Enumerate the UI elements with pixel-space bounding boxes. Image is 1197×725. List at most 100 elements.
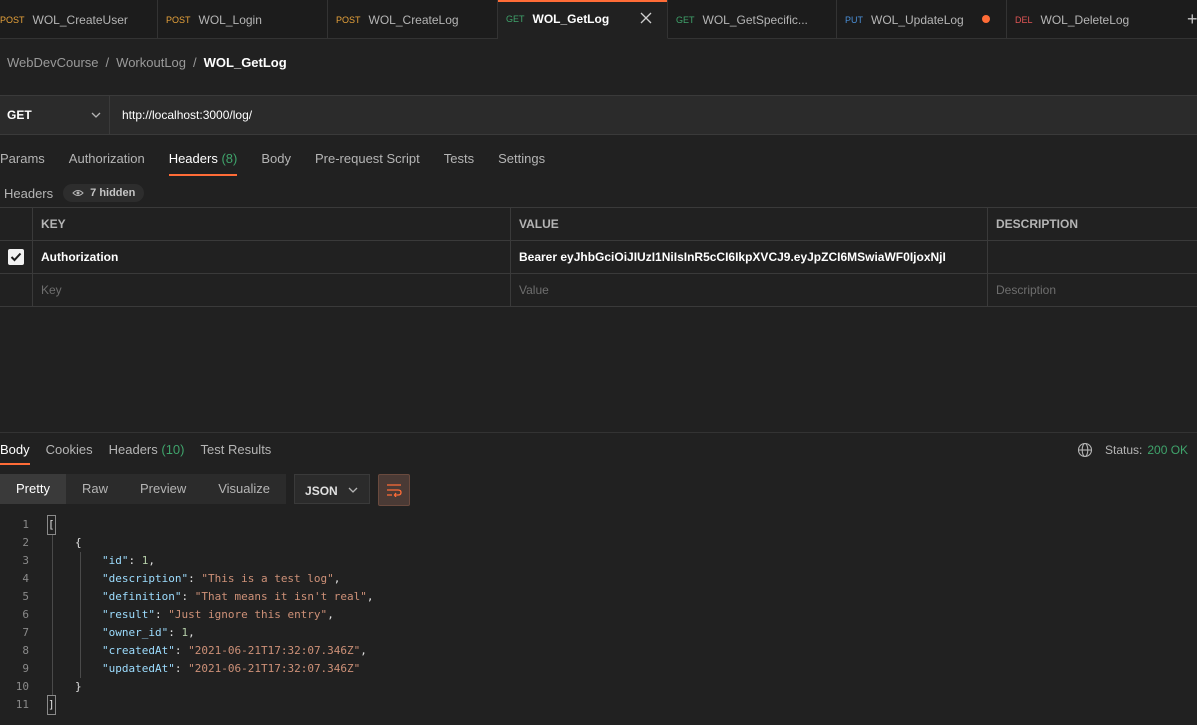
view-visualize-button[interactable]: Visualize — [202, 474, 286, 504]
format-select[interactable]: JSON — [294, 474, 371, 504]
hidden-count: 7 hidden — [90, 187, 136, 199]
tab-authorization[interactable]: Authorization — [69, 150, 145, 176]
json-key: "owner_id" — [102, 626, 169, 639]
url-input[interactable]: http://localhost:3000/log/ — [122, 108, 252, 122]
headers-table: KEY VALUE DESCRIPTION Authorization Bear… — [0, 207, 1197, 307]
tab-response-headers[interactable]: Headers (10) — [109, 441, 185, 465]
code-text: "updatedAt": "2021-06-21T17:32:07.346Z" — [102, 662, 361, 675]
json-key: "result" — [102, 608, 155, 621]
new-value-input[interactable]: Value — [511, 274, 988, 306]
hidden-headers-toggle[interactable]: 7 hidden — [63, 184, 145, 202]
tab-label: WOL_GetSpecific... — [702, 12, 808, 27]
json-key: "createdAt" — [102, 644, 175, 657]
tab-settings[interactable]: Settings — [498, 150, 545, 176]
tab-wol-createuser[interactable]: POST WOL_CreateUser — [0, 0, 158, 39]
new-tab-plus-icon[interactable]: + — [1187, 10, 1197, 28]
tab-label: Headers — [168, 151, 218, 166]
code-text: ] — [47, 695, 56, 715]
tab-pre-request-script[interactable]: Pre-request Script — [315, 150, 420, 176]
method-label: PUT — [845, 14, 863, 25]
code-line: 2{ — [0, 534, 1197, 552]
breadcrumb-item[interactable]: WorkoutLog — [116, 55, 186, 70]
tab-label: Settings — [498, 151, 546, 166]
json-value: "Just ignore this entry" — [168, 608, 328, 621]
column-header-key: KEY — [33, 208, 511, 240]
status-badge[interactable]: 200 OK — [1147, 443, 1188, 457]
tab-label: WOL_UpdateLog — [871, 12, 964, 27]
method-label: POST — [336, 14, 361, 25]
code-text: "result": "Just ignore this entry", — [102, 608, 334, 621]
row-enabled-cell — [0, 241, 33, 273]
line-number: 10 — [15, 680, 29, 693]
column-header-description: DESCRIPTION — [996, 217, 1079, 231]
tab-tests[interactable]: Tests — [444, 150, 474, 176]
tab-label: Authorization — [68, 151, 145, 166]
request-options-tabs: Params Authorization Headers (8) Body Pr… — [0, 150, 569, 176]
header-key-input[interactable]: Authorization — [33, 241, 511, 273]
tab-wol-login[interactable]: POST WOL_Login — [158, 0, 328, 39]
tab-label: Headers — [108, 442, 158, 457]
header-description-input[interactable] — [988, 241, 1197, 273]
globe-icon[interactable] — [1077, 442, 1093, 458]
tab-response-body[interactable]: Body — [0, 441, 30, 465]
tab-wol-createlog[interactable]: POST WOL_CreateLog — [328, 0, 498, 39]
method-label: POST — [0, 14, 25, 25]
check-icon — [10, 252, 22, 262]
new-description-input[interactable]: Description — [988, 274, 1197, 306]
response-body-code[interactable]: 1[ 2{ 3 "id": 1, 4 "description": "This is… — [0, 515, 1197, 715]
code-text: } — [75, 680, 82, 693]
table-row-new: Key Value Description — [0, 274, 1197, 307]
tab-response-cookies[interactable]: Cookies — [46, 441, 93, 465]
json-key: "description" — [102, 572, 189, 585]
header-value-input[interactable]: Bearer eyJhbGciOiJIUzI1NiIsInR5cCI6IkpXV… — [511, 241, 988, 273]
code-text: { — [75, 536, 82, 549]
code-line: 3 "id": 1, — [0, 552, 1197, 570]
method-value: GET — [7, 108, 32, 122]
tab-label: WOL_GetLog — [532, 12, 610, 26]
tab-body[interactable]: Body — [261, 150, 291, 176]
tab-test-results[interactable]: Test Results — [201, 441, 272, 465]
tab-wol-updatelog[interactable]: PUT WOL_UpdateLog — [837, 0, 1007, 39]
tab-label: Body — [0, 442, 30, 457]
json-key: "id" — [102, 554, 129, 567]
line-number: 11 — [15, 698, 29, 711]
tab-params[interactable]: Params — [0, 150, 45, 176]
code-line: 10} — [0, 678, 1197, 696]
json-key: "definition" — [102, 590, 182, 603]
tab-label: Pre-request Script — [314, 151, 420, 166]
row-enabled-checkbox[interactable] — [8, 249, 24, 265]
code-text: "id": 1, — [102, 554, 155, 567]
tab-wol-getspecific[interactable]: GET WOL_GetSpecific... — [668, 0, 837, 39]
json-value: "This is a test log" — [201, 572, 334, 585]
method-label: GET — [676, 14, 695, 25]
line-number: 2 — [22, 536, 29, 549]
tab-label: Cookies — [45, 442, 93, 457]
tab-label: WOL_CreateLog — [368, 12, 459, 27]
breadcrumb-current[interactable]: WOL_GetLog — [204, 55, 287, 70]
wrap-lines-button[interactable] — [378, 474, 411, 506]
json-value: 1 — [141, 554, 149, 567]
chevron-down-icon — [348, 487, 358, 493]
method-select[interactable]: GET — [0, 96, 110, 134]
view-preview-button[interactable]: Preview — [124, 474, 202, 504]
tab-label: WOL_CreateUser — [32, 12, 128, 27]
view-pretty-button[interactable]: Pretty — [0, 474, 66, 504]
breadcrumb-item[interactable]: WebDevCourse — [7, 55, 99, 70]
tab-wol-deletelog[interactable]: DEL WOL_DeleteLog — [1007, 0, 1177, 39]
tab-label: Test Results — [200, 442, 272, 457]
code-text: "createdAt": "2021-06-21T17:32:07.346Z", — [102, 644, 367, 657]
view-mode-segment: Pretty Raw Preview Visualize — [0, 474, 287, 504]
line-number: 7 — [22, 626, 29, 639]
tab-headers[interactable]: Headers (8) — [168, 150, 237, 176]
close-icon[interactable] — [639, 11, 653, 25]
new-key-input[interactable]: Key — [33, 274, 511, 306]
tab-wol-getlog[interactable]: GET WOL_GetLog — [498, 0, 668, 39]
format-value: JSON — [305, 484, 338, 498]
status-label: Status: — [1105, 443, 1143, 457]
response-tabs: Body Cookies Headers (10) Test Results — [0, 441, 287, 465]
code-line: 7 "owner_id": 1, — [0, 624, 1197, 642]
code-line: 9 "updatedAt": "2021-06-21T17:32:07.346Z" — [0, 660, 1197, 678]
method-label: POST — [166, 14, 191, 25]
response-divider[interactable] — [0, 432, 1197, 433]
view-raw-button[interactable]: Raw — [66, 474, 124, 504]
